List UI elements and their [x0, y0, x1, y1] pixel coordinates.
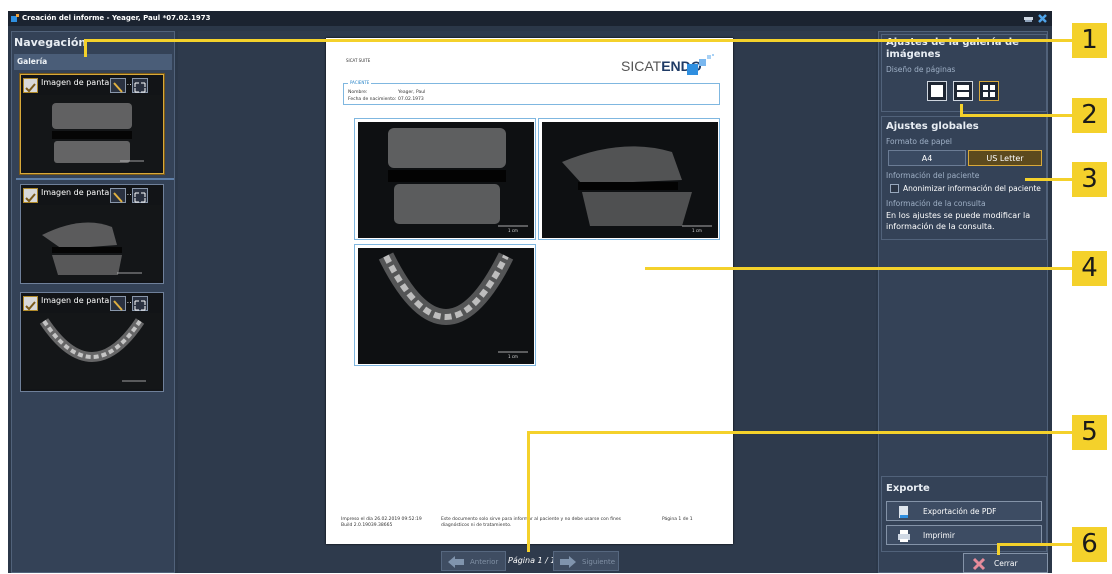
paper-format-label: Formato de papel — [886, 137, 952, 146]
layout-two-rows-icon — [957, 85, 969, 97]
consult-info-label: Información de la consulta — [886, 199, 986, 208]
footer-page: Página 1 de 1 — [662, 517, 693, 522]
xray-thumbnail-icon — [22, 313, 162, 389]
paper-us-letter-button[interactable]: US Letter — [968, 150, 1042, 166]
prev-page-button[interactable]: Anterior — [441, 551, 506, 571]
anonymize-checkbox[interactable] — [890, 184, 899, 193]
edit-pencil-icon[interactable] — [110, 296, 126, 311]
brand-squares-icon — [687, 54, 714, 75]
xray-thumbnail-icon — [22, 95, 162, 171]
app-icon — [11, 14, 19, 22]
footer-disclaimer: Este documento solo sirve para informar … — [441, 517, 621, 528]
report-image-1: 1 cm — [354, 118, 536, 240]
expand-icon[interactable] — [132, 188, 148, 203]
callout-line-4 — [645, 267, 1072, 270]
page-indicator: Página 1 / 1 — [508, 556, 556, 565]
edit-pencil-icon[interactable] — [110, 188, 126, 203]
layout-label: Diseño de páginas — [886, 65, 956, 74]
pin-icon[interactable] — [1023, 13, 1034, 24]
layout-grid-button[interactable] — [979, 81, 999, 101]
xray-image-icon: 1 cm — [358, 122, 534, 238]
gallery-separator — [16, 178, 174, 180]
pdf-export-button[interactable]: Exportación de PDF — [886, 501, 1042, 521]
xray-image-icon: 1 cm — [358, 248, 534, 364]
app: Creación del informe - Yeager, Paul *07.… — [0, 0, 1112, 573]
callout-line-3 — [1025, 178, 1072, 181]
patient-info-box: PACIENTE Nombre: Yeager, Paul Fecha de na… — [343, 80, 720, 105]
export-section: Exporte Exportación de PDF Imprimir — [881, 476, 1047, 552]
svg-text:1 cm: 1 cm — [692, 228, 702, 233]
close-window-icon[interactable] — [1037, 13, 1048, 24]
patient-info-label: Información del paciente — [886, 171, 980, 180]
gallery-item[interactable]: Imagen de pantalla -... — [20, 292, 164, 392]
layout-grid-icon — [983, 85, 995, 97]
global-settings-title: Ajustes globales — [886, 121, 979, 132]
window-title: Creación del informe - Yeager, Paul *07.… — [22, 14, 211, 22]
close-x-icon — [972, 557, 986, 571]
patient-name-row: Nombre: Yeager, Paul — [348, 90, 426, 95]
layout-two-rows-button[interactable] — [953, 81, 973, 101]
callout-line-1 — [84, 39, 1072, 42]
callout-2: 2 — [1072, 98, 1107, 133]
global-settings-section: Ajustes globales Formato de papel A4 US … — [881, 116, 1047, 240]
gallery-header[interactable]: Galería — [14, 54, 172, 70]
report-image-3: 1 cm — [354, 244, 536, 366]
navigation-panel: Navegación Galería Imagen de pantalla -.… — [11, 31, 175, 573]
callout-line-5 — [527, 431, 1072, 434]
callout-line-6 — [997, 543, 1072, 546]
callout-line-1-drop — [84, 39, 87, 57]
callout-line-6-drop — [997, 543, 1000, 555]
gallery-settings-section: Ajustes de la galería de imágenes Diseño… — [881, 34, 1047, 112]
callout-3: 3 — [1072, 162, 1107, 197]
pdf-document-icon — [899, 506, 908, 518]
xray-image-icon: 1 cm — [542, 122, 718, 238]
callout-line-2-drop — [960, 104, 963, 117]
anonymize-label: Anonimizar información del paciente — [903, 184, 1041, 193]
arrow-right-icon — [560, 556, 576, 568]
paper-a4-button[interactable]: A4 — [888, 150, 966, 166]
settings-panel: Ajustes de la galería de imágenes Diseño… — [878, 31, 1048, 573]
title-bar: Creación del informe - Yeager, Paul *07.… — [8, 11, 1052, 26]
close-button[interactable]: Cerrar — [963, 553, 1048, 573]
layout-single-button[interactable] — [927, 81, 947, 101]
patient-dob-row: Fecha de nacimiento: 07.02.1973 — [348, 97, 424, 102]
patient-header: PACIENTE — [348, 80, 372, 85]
consult-info-text: En los ajustes se puede modificar la inf… — [886, 211, 1031, 231]
paper-format-buttons: A4 US Letter — [888, 150, 1044, 166]
layout-buttons — [927, 81, 1007, 103]
callout-5: 5 — [1072, 415, 1107, 450]
gallery-item[interactable]: Imagen de pantalla -... — [20, 184, 164, 284]
next-page-button[interactable]: Siguiente — [553, 551, 619, 571]
svg-text:1 cm: 1 cm — [508, 354, 518, 359]
expand-icon[interactable] — [132, 296, 148, 311]
footer-printed: Impreso el día 26.02.2019 09:52:19 Build … — [341, 517, 422, 528]
gallery-list: Imagen de pantalla -... Imagen de pantal… — [14, 72, 174, 432]
xray-thumbnail-icon — [22, 205, 162, 281]
printer-icon — [898, 530, 910, 542]
layout-single-icon — [931, 85, 943, 97]
arrow-left-icon — [448, 556, 464, 568]
print-button[interactable]: Imprimir — [886, 525, 1042, 545]
include-checkbox-icon[interactable] — [23, 78, 38, 93]
export-title: Exporte — [886, 483, 930, 494]
report-image-2: 1 cm — [538, 118, 720, 240]
sicat-suite-logo: SICAT SUITE — [346, 58, 371, 63]
callout-1: 1 — [1072, 23, 1107, 58]
navigation-title: Navegación — [14, 36, 87, 49]
callout-line-2 — [960, 114, 1072, 117]
expand-icon[interactable] — [132, 78, 148, 93]
callout-6: 6 — [1072, 527, 1107, 562]
svg-text:1 cm: 1 cm — [508, 228, 518, 233]
callout-line-5-drop — [527, 431, 530, 552]
edit-pencil-icon[interactable] — [110, 78, 126, 93]
include-checkbox-icon[interactable] — [23, 296, 38, 311]
callout-4: 4 — [1072, 251, 1107, 286]
gallery-item[interactable]: Imagen de pantalla -... — [20, 74, 164, 174]
include-checkbox-icon[interactable] — [23, 188, 38, 203]
